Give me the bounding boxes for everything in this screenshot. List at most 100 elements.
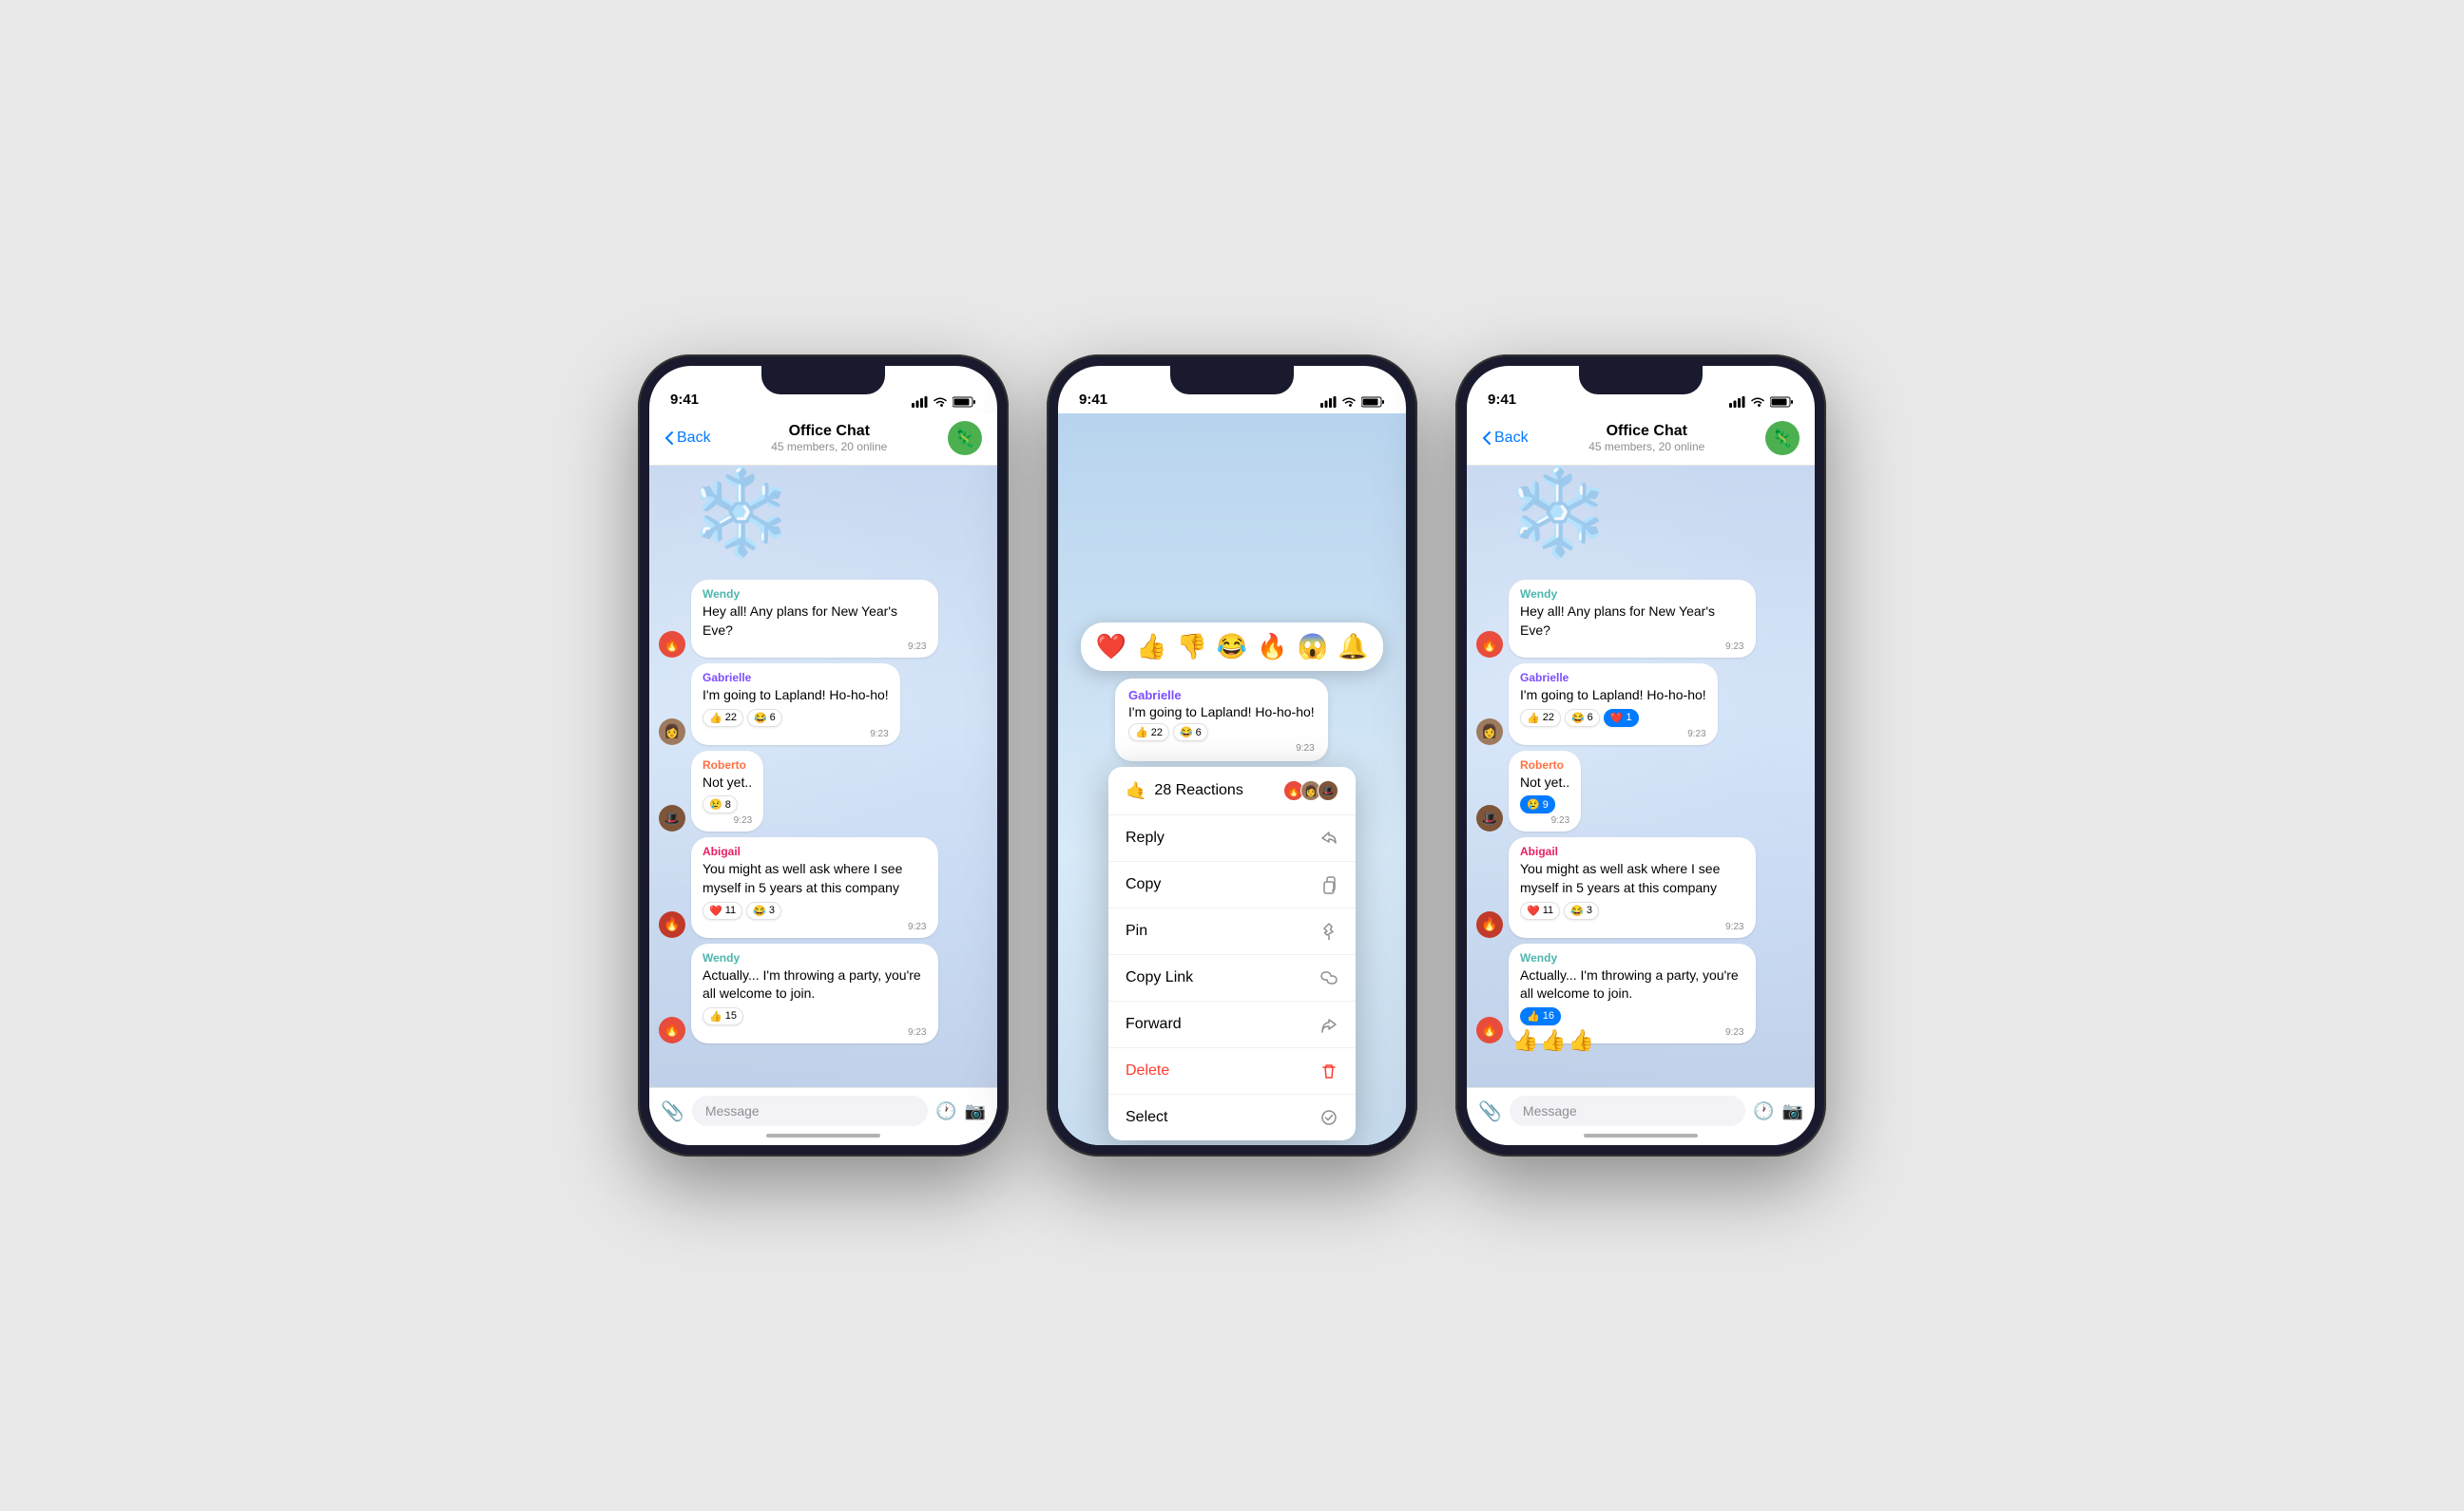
avatar-header-right[interactable]: 🦎 (1765, 421, 1800, 455)
emoji-thumbsup[interactable]: 👍 (1136, 632, 1166, 661)
chat-title-block-right: Office Chat 45 members, 20 online (1538, 423, 1756, 453)
reaction-badge[interactable]: 👍15 (703, 1007, 743, 1025)
chat-area-left: ❄️ 🔥 Wendy Hey all! Any plans for New Ye… (649, 466, 997, 1087)
context-menu-select[interactable]: Select (1108, 1095, 1356, 1140)
chevron-left-icon-right (1482, 430, 1492, 446)
reaction-badge[interactable]: 😂6 (1173, 723, 1208, 741)
emoji-laugh[interactable]: 😂 (1217, 632, 1247, 661)
battery-icon-left (953, 396, 976, 408)
avatar: 🔥 (659, 1017, 685, 1043)
emoji-bell[interactable]: 🔔 (1338, 632, 1368, 661)
message-input-left[interactable]: Message (692, 1096, 928, 1126)
context-msg-sender: Gabrielle (1128, 688, 1315, 702)
clock-icon-right[interactable]: 🕐 (1753, 1101, 1774, 1121)
reactions-label: 28 Reactions (1154, 782, 1242, 799)
reaction-badge[interactable]: ❤️11 (703, 902, 742, 920)
list-item[interactable]: Wendy Hey all! Any plans for New Year's … (691, 580, 938, 658)
reaction-badge[interactable]: 😂3 (746, 902, 781, 920)
attach-icon-right[interactable]: 📎 (1478, 1100, 1502, 1123)
msg-sender: Abigail (703, 845, 927, 858)
context-menu-forward[interactable]: Forward (1108, 1002, 1356, 1048)
context-message-bubble: Gabrielle I'm going to Lapland! Ho-ho-ho… (1115, 679, 1328, 761)
context-menu-pin[interactable]: Pin (1108, 909, 1356, 955)
reaction-badge[interactable]: 👍22 (1520, 709, 1561, 727)
context-menu-copy-link[interactable]: Copy Link (1108, 955, 1356, 1002)
reaction-badge[interactable]: 👍22 (703, 709, 743, 727)
table-row: 👩 Gabrielle I'm going to Lapland! Ho-ho-… (1476, 663, 1805, 745)
home-indicator-left (766, 1134, 880, 1138)
phone-left: 9:41 (638, 354, 1009, 1157)
reaction-badge-active[interactable]: 👍16 (1520, 1007, 1561, 1025)
back-button-left[interactable]: Back (664, 430, 711, 447)
message-input-right[interactable]: Message (1510, 1096, 1745, 1126)
context-msg-time: 9:23 (1128, 743, 1315, 754)
link-icon (1319, 968, 1338, 987)
list-item[interactable]: Wendy Hey all! Any plans for New Year's … (1509, 580, 1756, 658)
reply-icon (1319, 829, 1338, 848)
msg-text: Not yet.. (1520, 774, 1569, 793)
forward-icon (1319, 1015, 1338, 1034)
reaction-badge-active[interactable]: 😢9 (1520, 795, 1555, 813)
msg-time: 9:23 (1520, 729, 1706, 739)
notch-middle (1170, 366, 1294, 394)
avatar-header-left[interactable]: 🦎 (948, 421, 982, 455)
back-button-right[interactable]: Back (1482, 430, 1529, 447)
battery-icon-middle (1361, 396, 1385, 408)
reactions-row: ❤️11 😂3 (703, 902, 927, 920)
notch-left (761, 366, 885, 394)
clock-icon-left[interactable]: 🕐 (935, 1101, 956, 1121)
avatar: 🔥 (1476, 911, 1503, 938)
context-menu-reply[interactable]: Reply (1108, 815, 1356, 862)
reactions-row: 👍15 (703, 1007, 927, 1025)
table-row: 🎩 Roberto Not yet.. 😢8 9:23 (659, 751, 988, 832)
table-row: 🔥 Wendy Hey all! Any plans for New Year'… (1476, 580, 1805, 658)
context-menu-reactions[interactable]: 🤙 28 Reactions 🔥 👩 🎩 (1108, 767, 1356, 815)
reaction-badge[interactable]: ❤️11 (1520, 902, 1560, 920)
chat-subtitle-right: 45 members, 20 online (1538, 440, 1756, 453)
chat-title-left: Office Chat (721, 423, 938, 440)
table-row: 🔥 Abigail You might as well ask where I … (1476, 837, 1805, 937)
attach-icon-left[interactable]: 📎 (661, 1100, 684, 1123)
wifi-icon-right (1750, 396, 1765, 408)
list-item[interactable]: Abigail You might as well ask where I se… (1509, 837, 1756, 937)
context-menu-copy[interactable]: Copy (1108, 862, 1356, 909)
context-menu-delete[interactable]: Delete (1108, 1048, 1356, 1095)
phone-right: 9:41 (1455, 354, 1826, 1157)
chat-area-middle: ❤️ 👍 👎 😂 🔥 😱 🔔 Gabrielle I'm going to La… (1058, 413, 1406, 1145)
table-row: 🔥 Wendy Hey all! Any plans for New Year'… (659, 580, 988, 658)
list-item[interactable]: Gabrielle I'm going to Lapland! Ho-ho-ho… (691, 663, 900, 745)
msg-time: 9:23 (1520, 922, 1744, 932)
reaction-badge[interactable]: 😂6 (747, 709, 782, 727)
camera-icon-right[interactable]: 📷 (1782, 1101, 1803, 1121)
list-item[interactable]: Roberto Not yet.. 😢9 9:23 (1509, 751, 1581, 832)
msg-text: I'm going to Lapland! Ho-ho-ho! (1520, 686, 1706, 705)
msg-time: 9:23 (703, 815, 752, 826)
back-label-right: Back (1494, 430, 1529, 447)
forward-label: Forward (1126, 1016, 1182, 1033)
emoji-heart[interactable]: ❤️ (1096, 632, 1126, 661)
status-icons-left (912, 396, 976, 408)
msg-text: I'm going to Lapland! Ho-ho-ho! (703, 686, 889, 705)
reaction-badge[interactable]: 😂6 (1565, 709, 1600, 727)
emoji-thumbsdown[interactable]: 👎 (1176, 632, 1206, 661)
msg-sender: Gabrielle (703, 671, 889, 684)
list-item[interactable]: Roberto Not yet.. 😢8 9:23 (691, 751, 763, 832)
reaction-badge[interactable]: 😂3 (1564, 902, 1599, 920)
reactions-info: 🤙 28 Reactions (1126, 781, 1243, 801)
reaction-badge[interactable]: 😢8 (703, 795, 738, 813)
list-item[interactable]: Wendy Actually... I'm throwing a party, … (691, 944, 938, 1043)
reactions-row: 👍16 (1520, 1007, 1744, 1025)
emoji-shocked[interactable]: 😱 (1298, 632, 1328, 661)
avatar: 👩 (659, 718, 685, 745)
emoji-fire[interactable]: 🔥 (1257, 632, 1287, 661)
emoji-picker-bar[interactable]: ❤️ 👍 👎 😂 🔥 😱 🔔 (1081, 622, 1384, 671)
reactions-row: 😢8 (703, 795, 752, 813)
reaction-badge[interactable]: 👍22 (1128, 723, 1169, 741)
reaction-badge-active[interactable]: ❤️1 (1604, 709, 1639, 727)
list-item[interactable]: Abigail You might as well ask where I se… (691, 837, 938, 937)
status-icons-middle (1320, 396, 1385, 408)
context-overlay: ❤️ 👍 👎 😂 🔥 😱 🔔 Gabrielle I'm going to La… (1058, 413, 1406, 1145)
list-item[interactable]: Gabrielle I'm going to Lapland! Ho-ho-ho… (1509, 663, 1718, 745)
wifi-icon-left (933, 396, 948, 408)
camera-icon-left[interactable]: 📷 (965, 1101, 986, 1121)
